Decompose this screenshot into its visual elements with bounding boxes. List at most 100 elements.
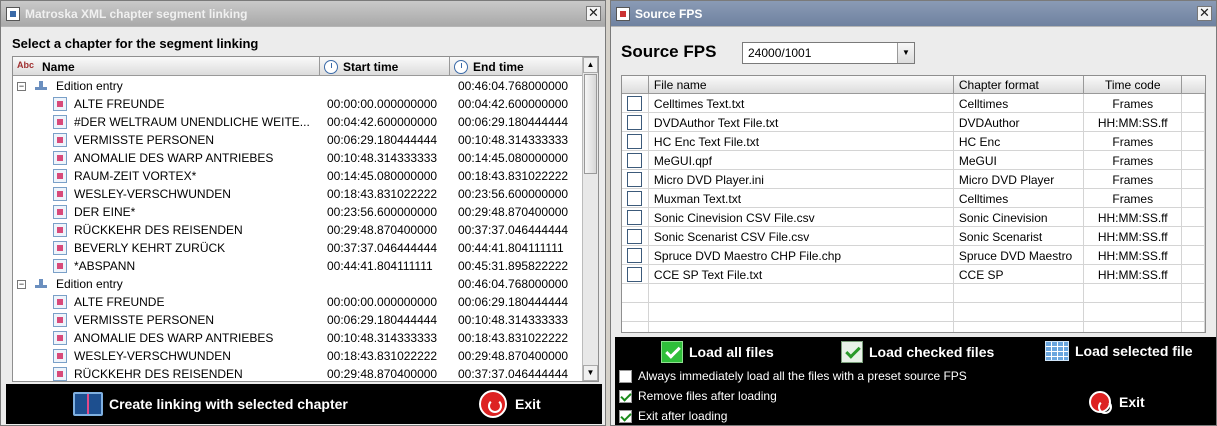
left-exit-button[interactable]: Exit: [479, 390, 541, 418]
close-button[interactable]: ✕: [1197, 6, 1212, 21]
tree-vertical-scrollbar[interactable]: ▲ ▼: [582, 57, 598, 381]
file-row[interactable]: Sonic Scenarist CSV File.csv Sonic Scenar…: [622, 227, 1205, 246]
left-titlebar[interactable]: Matroska XML chapter segment linking ✕: [1, 1, 605, 27]
exit-after-loading-checkbox[interactable]: [619, 409, 632, 423]
chapter-row[interactable]: ANOMALIE DES WARP ANTRIEBES 00:10:48.3143…: [13, 149, 583, 167]
chapter-row[interactable]: VERMISSTE PERSONEN 00:06:29.180444444 00:1…: [13, 131, 583, 149]
always-load-checkbox[interactable]: [619, 369, 632, 383]
name-cell: RÜCKKEHR DES REISENDEN: [13, 365, 327, 381]
chapter-row[interactable]: ALTE FREUNDE 00:00:00.000000000 00:06:29.1…: [13, 293, 583, 311]
scroll-thumb[interactable]: [584, 74, 597, 174]
file-checkbox[interactable]: [627, 96, 642, 111]
file-row[interactable]: HC Enc Text File.txt HC Enc Frames: [622, 132, 1205, 151]
option-remove-files[interactable]: Remove files after loading: [619, 389, 777, 403]
remove-files-checkbox[interactable]: [619, 389, 632, 403]
text-type-icon: Abc: [17, 59, 35, 70]
source-fps-select[interactable]: 24000/1001 ▼: [742, 42, 915, 64]
edition-row[interactable]: − Edition entry 00:46:04.768000000: [13, 77, 583, 95]
scroll-up-arrow-icon[interactable]: ▲: [583, 57, 598, 73]
filler-cell: [1182, 189, 1205, 208]
chapter-row[interactable]: RÜCKKEHR DES REISENDEN 00:29:48.870400000…: [13, 221, 583, 239]
source-fps-window: Source FPS ✕ Source FPS 24000/1001 ▼ Fil…: [610, 0, 1217, 426]
row-checkbox-cell: [622, 94, 649, 113]
right-exit-button[interactable]: Exit: [1089, 391, 1145, 414]
chapter-format-cell: Celltimes: [954, 94, 1085, 113]
name-cell: BEVERLY KEHRT ZURÜCK: [13, 239, 327, 257]
file-checkbox[interactable]: [627, 172, 642, 187]
end-time-cell: 00:23:56.600000000: [458, 187, 569, 201]
name-cell: ANOMALIE DES WARP ANTRIEBES: [13, 329, 327, 347]
edition-icon: [33, 80, 49, 92]
load-checked-files-button[interactable]: Load checked files: [841, 341, 994, 363]
chapter-tree-table[interactable]: Abc Name Start time End time − Edition en…: [12, 56, 599, 382]
collapse-toggle-icon[interactable]: −: [17, 279, 26, 289]
filler-cell: [1182, 151, 1205, 170]
file-row[interactable]: MeGUI.qpf MeGUI Frames: [622, 151, 1205, 170]
load-selected-file-button[interactable]: Load selected file: [1045, 341, 1192, 361]
edition-row[interactable]: − Edition entry 00:46:04.768000000: [13, 275, 583, 293]
name-cell: RAUM-ZEIT VORTEX*: [13, 167, 327, 185]
column-header-checkbox[interactable]: [622, 76, 649, 94]
collapse-toggle-icon[interactable]: −: [17, 81, 26, 91]
file-row[interactable]: Spruce DVD Maestro CHP File.chp Spruce DV…: [622, 246, 1205, 265]
chapter-row[interactable]: #DER WELTRAUM UNENDLICHE WEITE... 00:04:4…: [13, 113, 583, 131]
row-checkbox-cell: [622, 132, 649, 151]
file-table[interactable]: File name Chapter format Time code Cellt…: [621, 75, 1206, 333]
file-row[interactable]: Sonic Cinevision CSV File.csv Sonic Cinev…: [622, 208, 1205, 227]
chapter-row[interactable]: BEVERLY KEHRT ZURÜCK 00:37:37.046444444 00…: [13, 239, 583, 257]
end-time-cell: 00:37:37.046444444: [458, 223, 569, 237]
end-time-cell: 00:10:48.314333333: [458, 133, 569, 147]
column-header-end-time[interactable]: End time: [450, 57, 583, 76]
chapter-row[interactable]: DER EINE* 00:23:56.600000000 00:29:48.8704…: [13, 203, 583, 221]
option-always-load[interactable]: Always immediately load all the files wi…: [619, 369, 967, 383]
end-time-cell: 00:06:29.180444444: [458, 295, 569, 309]
chapter-row[interactable]: RAUM-ZEIT VORTEX* 00:14:45.080000000 00:18…: [13, 167, 583, 185]
chapter-row[interactable]: VERMISSTE PERSONEN 00:06:29.180444444 00:1…: [13, 311, 583, 329]
file-name-cell: Sonic Cinevision CSV File.csv: [649, 208, 954, 227]
row-name: #DER WELTRAUM UNENDLICHE WEITE...: [74, 115, 310, 129]
file-row[interactable]: CCE SP Text File.txt CCE SP HH:MM:SS.ff: [622, 265, 1205, 284]
file-checkbox[interactable]: [627, 267, 642, 282]
chapter-row[interactable]: WESLEY-VERSCHWUNDEN 00:18:43.831022222 00:…: [13, 185, 583, 203]
filler-cell: [1182, 227, 1205, 246]
column-header-time-code[interactable]: Time code: [1084, 76, 1183, 94]
right-titlebar[interactable]: Source FPS ✕: [611, 1, 1216, 27]
column-header-file-name[interactable]: File name: [649, 76, 954, 94]
file-row[interactable]: Celltimes Text.txt Celltimes Frames: [622, 94, 1205, 113]
chapter-row[interactable]: ANOMALIE DES WARP ANTRIEBES 00:10:48.3143…: [13, 329, 583, 347]
file-name-cell: MeGUI.qpf: [649, 151, 954, 170]
chapter-icon: [53, 313, 67, 327]
file-row[interactable]: Micro DVD Player.ini Micro DVD Player Fram…: [622, 170, 1205, 189]
empty-cell: [954, 303, 1085, 322]
column-header-name[interactable]: Abc Name: [13, 57, 320, 76]
close-button[interactable]: ✕: [586, 6, 601, 21]
file-checkbox[interactable]: [627, 115, 642, 130]
file-checkbox[interactable]: [627, 153, 642, 168]
file-checkbox[interactable]: [627, 248, 642, 263]
create-linking-button[interactable]: Create linking with selected chapter: [73, 392, 348, 416]
file-checkbox[interactable]: [627, 210, 642, 225]
load-all-files-button[interactable]: Load all files: [661, 341, 774, 363]
scroll-down-arrow-icon[interactable]: ▼: [583, 365, 598, 381]
file-checkbox[interactable]: [627, 191, 642, 206]
chevron-down-icon[interactable]: ▼: [897, 43, 914, 63]
file-checkbox[interactable]: [627, 134, 642, 149]
chapter-row[interactable]: *ABSPANN 00:44:41.804111111 00:45:31.89582…: [13, 257, 583, 275]
end-time-cell: 00:45:31.895822222: [458, 259, 569, 273]
file-checkbox[interactable]: [627, 229, 642, 244]
chapter-row[interactable]: RÜCKKEHR DES REISENDEN 00:29:48.870400000…: [13, 365, 583, 381]
start-time-cell: 00:29:48.870400000: [327, 223, 438, 237]
time-code-cell: HH:MM:SS.ff: [1084, 113, 1183, 132]
start-time-cell: 00:10:48.314333333: [327, 331, 438, 345]
column-header-chapter-format[interactable]: Chapter format: [954, 76, 1085, 94]
checkbox-check-icon: [841, 341, 863, 363]
row-checkbox-cell: [622, 151, 649, 170]
file-row[interactable]: Muxman Text.txt Celltimes Frames: [622, 189, 1205, 208]
chapter-icon: [53, 295, 67, 309]
option-exit-after-loading[interactable]: Exit after loading: [619, 409, 727, 423]
file-row[interactable]: DVDAuthor Text File.txt DVDAuthor HH:MM:SS…: [622, 113, 1205, 132]
chapter-row[interactable]: WESLEY-VERSCHWUNDEN 00:18:43.831022222 00:…: [13, 347, 583, 365]
row-checkbox-cell: [622, 265, 649, 284]
chapter-row[interactable]: ALTE FREUNDE 00:00:00.000000000 00:04:42.6…: [13, 95, 583, 113]
column-header-start-time[interactable]: Start time: [320, 57, 450, 76]
